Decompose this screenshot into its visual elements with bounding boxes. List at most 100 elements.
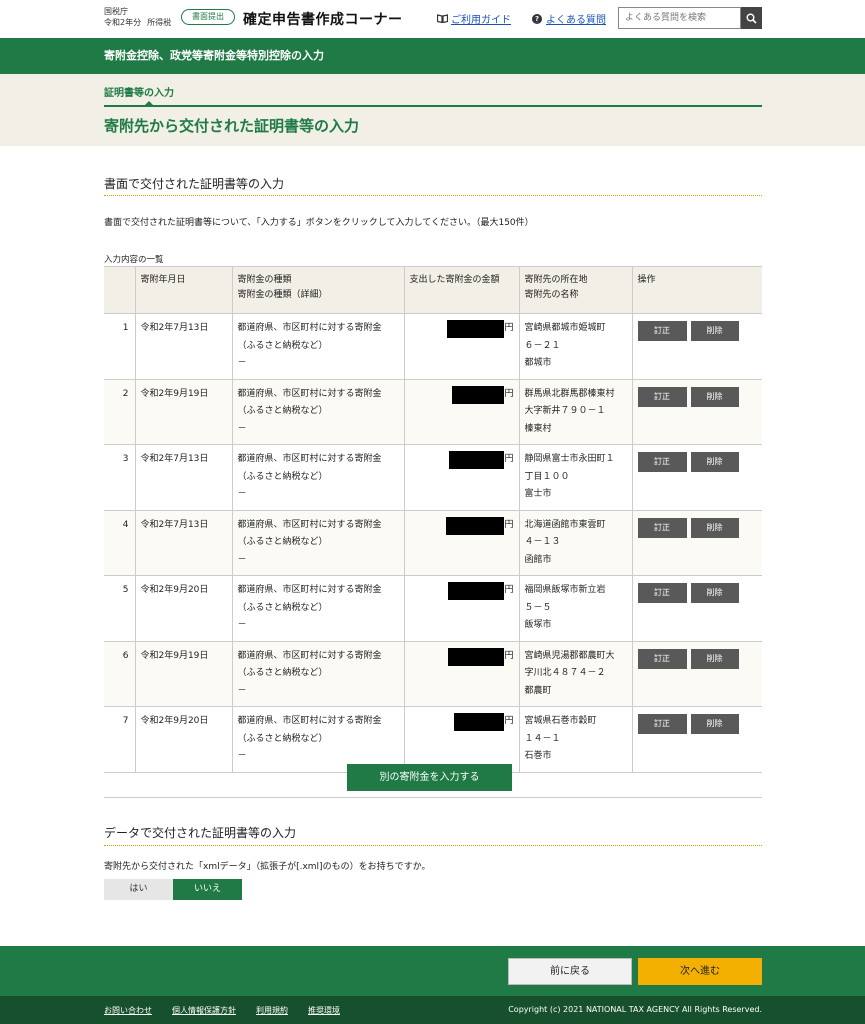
edit-button[interactable]: 訂正 [637,452,687,472]
table-row: 2 令和2年9月19日 都道府県、市区町村に対する寄附金 （ふるさと納税など） － 円群馬… [104,379,762,445]
xml-yes-button[interactable]: はい [104,879,173,900]
submission-badge: 書面提出 [181,9,235,25]
agency-info: 国税庁 令和2年分 所得税 [104,6,171,28]
donation-amount: 円 [403,706,519,773]
question-icon: ? [532,13,542,24]
edit-button[interactable]: 訂正 [637,714,687,734]
list-label: 入力内容の一覧 [104,255,164,265]
table-row: 1 令和2年7月13日 都道府県、市区町村に対する寄附金 （ふるさと納税など） － 円宮崎… [104,313,762,380]
row-number: 7 [104,706,135,773]
donation-amount: 円 [403,379,519,445]
table-row: 7 令和2年9月20日 都道府県、市区町村に対する寄附金 （ふるさと納税など） － 円宮城… [104,706,762,773]
recipient-address-line1: 静岡県富士市永田町１ [524,454,615,464]
delete-button[interactable]: 削除 [690,321,739,341]
row-actions: 訂正 削除 [631,706,762,773]
recipient-address-line1: 群馬県北群馬郡榛東村 [524,388,615,399]
col-actions: 操作 [631,266,762,314]
donation-type-main: 都道府県、市区町村に対する寄附金 [237,650,382,661]
delete-button[interactable]: 削除 [690,714,739,734]
recipient-address-line1: 宮崎県都城市姫城町 [524,323,606,333]
donation-type: 都道府県、市区町村に対する寄附金 （ふるさと納税など） － [231,510,404,576]
recipient-address-line2: 字川北４８７４－２ [524,668,606,678]
donation-date: 令和2年9月20日 [134,706,232,773]
recipient-address-line1: 宮崎県児湯郡都農町大 [524,650,615,661]
section-separator [104,797,762,798]
tax-year: 令和2年分 [104,18,142,27]
donation-date: 令和2年9月19日 [134,379,232,445]
redacted-amount [446,516,505,535]
donation-type-main: 都道府県、市区町村に対する寄附金 [237,585,382,595]
yen-unit: 円 [504,716,514,726]
donation-type: 都道府県、市区町村に対する寄附金 （ふるさと納税など） － [231,313,404,380]
agency-name: 国税庁 [104,7,128,16]
back-button[interactable]: 前に戻る [508,958,632,985]
donation-type: 都道府県、市区町村に対する寄附金 （ふるさと納税など） － [231,444,404,511]
guide-link-label: ご利用ガイド [451,15,511,26]
donation-type-sub: － [237,554,247,565]
donation-type-sub: － [237,685,247,696]
donation-type-detail: （ふるさと納税など） [237,602,328,613]
delete-button[interactable]: 削除 [690,386,739,407]
privacy-link[interactable]: 個人情報保護方針 [172,1005,236,1016]
recipient-address-line2: ５－５ [524,602,552,613]
donation-type-sub: － [237,489,247,499]
donation-type-sub: － [237,358,247,368]
yen-unit: 円 [504,323,514,333]
step-header: 証明書等の入力 寄附先から交付された証明書等の入力 [0,74,865,146]
table-row: 4 令和2年7月13日 都道府県、市区町村に対する寄附金 （ふるさと納税など） － 円北海… [104,510,762,576]
search-button[interactable] [741,7,762,29]
faq-link[interactable]: ? よくある質問 [532,11,606,26]
donation-date: 令和2年9月20日 [134,575,232,642]
donation-type-main: 都道府県、市区町村に対する寄附金 [237,323,382,333]
row-actions: 訂正 削除 [631,313,762,380]
edit-button[interactable]: 訂正 [637,583,687,603]
add-donation-button[interactable]: 別の寄附金を入力する [347,764,512,791]
edit-button[interactable]: 訂正 [637,386,687,407]
row-actions: 訂正 削除 [631,379,762,445]
recipient-address-line2: １４－１ [524,733,561,744]
delete-button[interactable]: 削除 [690,452,739,472]
donation-amount: 円 [403,444,519,511]
row-number: 1 [104,313,135,380]
row-number: 4 [104,510,135,576]
row-number: 6 [104,641,135,707]
table-header-row: 寄附年月日 寄附金の種類 寄附金の種類（詳細） 支出した寄附金の金額 寄附先の所在… [104,266,762,314]
next-button[interactable]: 次へ進む [638,958,762,985]
col-recipient: 寄附先の所在地 寄附先の名称 [518,266,632,314]
recipient: 北海道函館市東雲町 ４－１３ 函館市 [518,510,632,576]
donation-type-detail: （ふるさと納税など） [237,340,328,351]
recipient-name: 榛東村 [524,423,552,434]
recipient: 群馬県北群馬郡榛東村 大字新井７９０－１ 榛東村 [518,379,632,445]
recipient: 宮崎県都城市姫城町 ６－２１ 都城市 [518,313,632,380]
row-actions: 訂正 削除 [631,641,762,707]
donation-type-detail: （ふるさと納税など） [237,733,328,744]
col-recipient-line2: 寄附先の名称 [524,290,579,300]
col-type: 寄附金の種類 寄附金の種類（詳細） [231,266,404,314]
recipient-address-line2: 大字新井７９０－１ [524,406,606,416]
banner-title: 寄附金控除、政党等寄附金等特別控除の入力 [104,49,324,62]
row-number: 5 [104,575,135,642]
yen-unit: 円 [504,388,514,399]
row-number: 2 [104,379,135,445]
donation-amount: 円 [403,641,519,707]
delete-button[interactable]: 削除 [690,517,739,538]
recipient: 静岡県富士市永田町１ 丁目１００ 富士市 [518,444,632,511]
xml-no-button[interactable]: いいえ [173,879,242,900]
yen-unit: 円 [504,650,514,661]
delete-button[interactable]: 削除 [690,648,739,669]
donation-type: 都道府県、市区町村に対する寄附金 （ふるさと納税など） － [231,379,404,445]
delete-button[interactable]: 削除 [690,583,739,603]
col-no [104,266,135,314]
recipient-name: 飯塚市 [524,620,552,630]
faq-search-input[interactable] [618,7,741,29]
guide-link[interactable]: ご利用ガイド [437,11,511,26]
donation-type-sub: － [237,751,247,761]
paper-section-divider [104,195,762,196]
edit-button[interactable]: 訂正 [637,648,687,669]
edit-button[interactable]: 訂正 [637,517,687,538]
contact-link[interactable]: お問い合わせ [104,1005,152,1016]
recipient-name: 都農町 [524,685,552,696]
terms-link[interactable]: 利用規約 [256,1005,288,1016]
environment-link[interactable]: 推奨環境 [308,1005,340,1016]
edit-button[interactable]: 訂正 [637,321,687,341]
